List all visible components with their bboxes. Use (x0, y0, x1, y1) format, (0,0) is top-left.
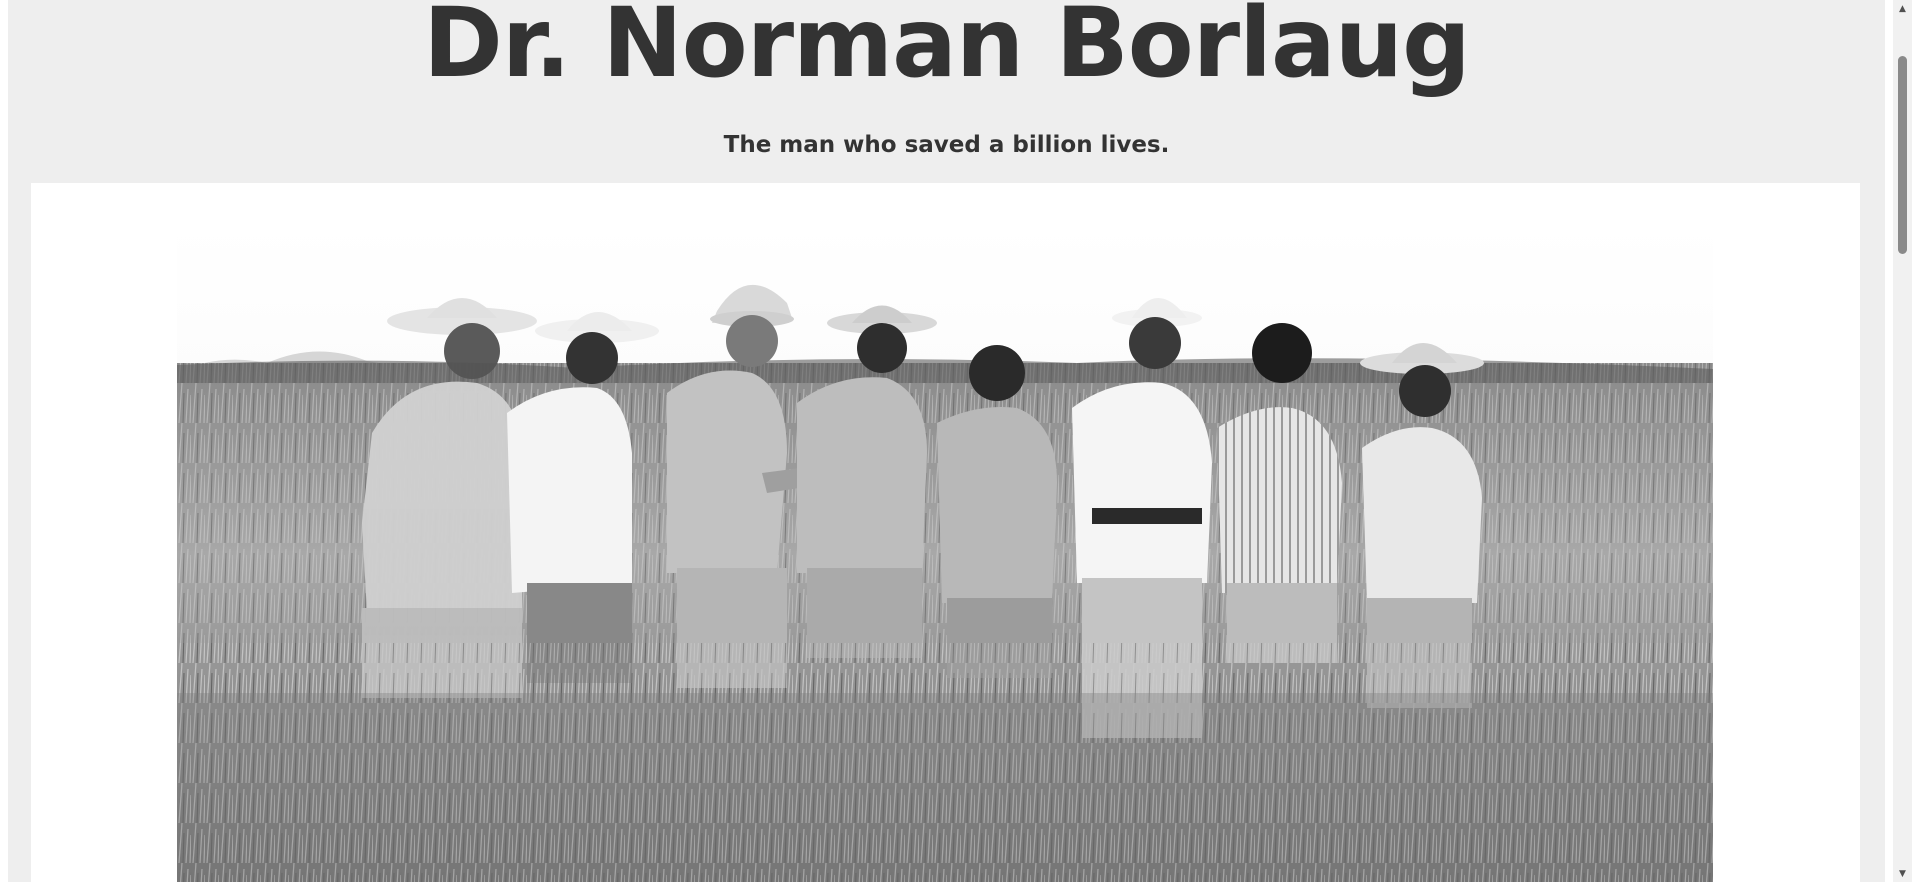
scroll-down-icon[interactable]: ▼ (1893, 865, 1912, 882)
image-panel (31, 183, 1860, 882)
photo-illustration (177, 223, 1713, 882)
page-title: Dr. Norman Borlaug (423, 0, 1471, 99)
scroll-thumb[interactable] (1898, 56, 1907, 254)
scroll-up-icon[interactable]: ▲ (1893, 0, 1912, 17)
vertical-scrollbar[interactable]: ▲ ▼ (1893, 0, 1912, 882)
borlaug-photo (177, 223, 1713, 882)
main-content: Dr. Norman Borlaug The man who saved a b… (8, 0, 1885, 882)
page-viewport: Dr. Norman Borlaug The man who saved a b… (0, 0, 1893, 882)
page-subtitle: The man who saved a billion lives. (723, 132, 1170, 158)
